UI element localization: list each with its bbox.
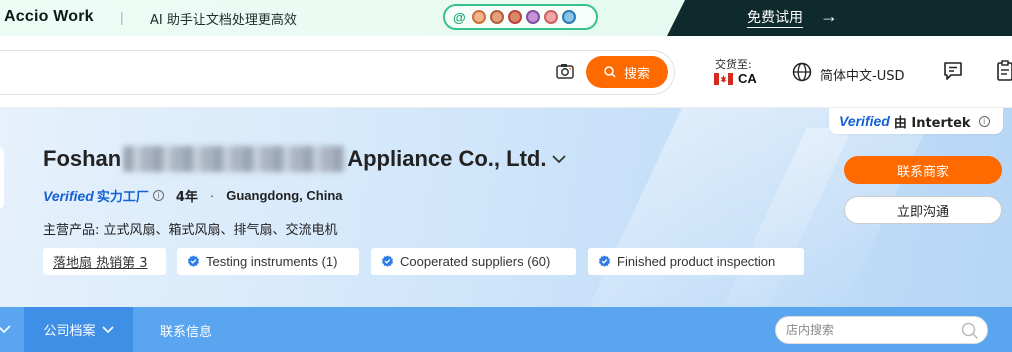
message-icon[interactable] <box>943 61 963 81</box>
manufacturer-badge: 实力工厂 <box>96 190 149 205</box>
verified-check-icon <box>598 255 611 267</box>
ship-to-label[interactable]: 交货至: <box>715 56 752 72</box>
capability-tag: Cooperated suppliers (60) <box>371 248 576 275</box>
language-currency-selector[interactable]: 简体中文-USD <box>820 65 904 84</box>
verified-wordmark: Verified <box>43 187 94 204</box>
camera-search-icon[interactable] <box>556 63 574 79</box>
separator-dot: · <box>209 188 215 203</box>
at-icon: @ <box>453 9 466 25</box>
promo-tagline: AI 助手让文档处理更高效 <box>150 13 297 28</box>
arrow-right-icon[interactable]: → <box>820 6 838 27</box>
capability-tag-label: Testing instruments (1) <box>206 254 338 269</box>
capability-tag-label: Cooperated suppliers (60) <box>400 254 551 269</box>
years-in-business: 4年 <box>175 190 198 205</box>
chevron-down-icon[interactable] <box>552 154 567 164</box>
store-nav-bar: 公司档案 联系信息 <box>0 307 1012 352</box>
verified-by-label: 由 Intertek <box>893 115 971 131</box>
tab-company-profile-label: 公司档案 <box>43 324 96 339</box>
capability-tag: Finished product inspection <box>588 248 804 275</box>
chevron-down-icon[interactable] <box>0 322 12 336</box>
chat-now-button[interactable]: 立即沟通 <box>844 196 1002 224</box>
free-trial-link[interactable]: 免费试用 <box>747 7 803 28</box>
company-location: Guangdong, China <box>226 188 343 203</box>
promo-separator: | <box>120 9 124 25</box>
globe-icon[interactable] <box>792 62 812 82</box>
info-icon[interactable]: i <box>978 115 990 127</box>
avatar-icon <box>489 10 504 24</box>
verified-check-icon <box>381 255 394 267</box>
avatar-icon <box>561 10 576 24</box>
verified-by-intertek-badge[interactable]: Verified 由 Intertek i <box>829 108 1003 134</box>
info-icon[interactable]: i <box>152 190 164 201</box>
hot-ranking-tag[interactable]: 落地扇 热销第 3 <box>43 248 166 275</box>
tab-contact-info[interactable]: 联系信息 <box>160 321 212 340</box>
company-logo <box>0 148 4 208</box>
canada-flag-icon[interactable] <box>714 73 733 85</box>
redacted-name-segment <box>123 146 346 172</box>
accio-logo: Accio Work <box>4 8 94 25</box>
promo-banner[interactable]: Accio Work | AI 助手让文档处理更高效 @ 免费试用 → <box>0 0 1012 36</box>
avatar-icon <box>471 10 486 24</box>
avatar-icon <box>525 10 540 24</box>
promo-avatar-pill: @ <box>443 4 598 30</box>
store-search[interactable] <box>775 316 988 344</box>
promo-cta-panel[interactable] <box>667 0 1012 36</box>
company-name-suffix: Appliance Co., Ltd. <box>347 146 547 171</box>
contact-supplier-button[interactable]: 联系商家 <box>844 156 1002 184</box>
main-products: 主营产品: 立式风扇、箱式风扇、排气扇、交流电机 <box>43 223 338 238</box>
tab-company-profile[interactable]: 公司档案 <box>24 307 133 352</box>
search-button-label: 搜索 <box>623 66 650 82</box>
capability-tag-label: Finished product inspection <box>617 254 776 269</box>
avatar-icon <box>507 10 522 24</box>
company-name[interactable]: Foshan Appliance Co., Ltd. <box>43 146 567 172</box>
search-icon[interactable] <box>961 322 979 340</box>
search-icon <box>604 66 616 78</box>
search-button[interactable]: 搜索 <box>586 56 668 88</box>
company-verification-line: Verified 实力工厂 i 4年 · Guangdong, China <box>43 186 343 206</box>
verified-wordmark: Verified <box>839 113 890 129</box>
avatar-icon <box>543 10 558 24</box>
capability-tag: Testing instruments (1) <box>177 248 359 275</box>
search-header: 搜索 交货至: CA 简体中文-USD <box>0 36 1012 108</box>
chevron-down-icon <box>101 325 114 333</box>
ship-to-country[interactable]: CA <box>738 71 757 86</box>
company-name-prefix: Foshan <box>43 146 122 171</box>
orders-icon[interactable] <box>996 60 1012 82</box>
store-search-input[interactable] <box>786 317 956 343</box>
verified-check-icon <box>187 255 200 267</box>
